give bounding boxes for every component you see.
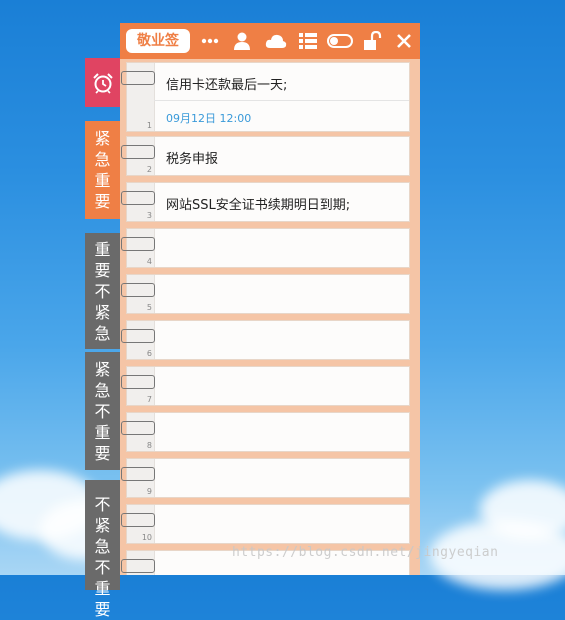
note-item[interactable]: 10 — [121, 504, 410, 544]
note-text: 网站SSL安全证书续期明日到期; — [166, 198, 351, 213]
note-number: 3 — [146, 211, 152, 220]
tab-label: 重要不紧急 — [94, 239, 111, 343]
note-number: 1 — [146, 121, 152, 130]
tab-not-urgent-not-important[interactable]: 不紧急不重要 — [85, 480, 120, 619]
note-text: 税务申报 — [166, 152, 219, 167]
divider — [154, 100, 409, 101]
alarm-clock-icon — [92, 72, 113, 94]
binder-ring — [121, 375, 155, 389]
note-number: 6 — [146, 349, 152, 358]
notes-panel: 1 信用卡还款最后一天; 09月12日 12:00 2 税务申报 3 网站SSL… — [120, 59, 420, 575]
note-item[interactable]: 6 — [121, 320, 410, 360]
binder-ring — [121, 71, 155, 85]
binder-ring — [121, 237, 155, 251]
tab-reminder[interactable] — [85, 58, 120, 107]
note-item[interactable]: 5 — [121, 274, 410, 314]
note-number: 9 — [146, 487, 152, 496]
toggle-icon[interactable] — [327, 31, 353, 51]
note-number: 4 — [146, 257, 152, 266]
tab-urgent-important[interactable]: 紧急重要 — [85, 121, 120, 219]
user-icon[interactable] — [232, 31, 252, 51]
list-icon[interactable] — [298, 31, 318, 51]
tab-label: 紧急不重要 — [94, 359, 111, 463]
note-item[interactable]: 4 — [121, 228, 410, 268]
note-item[interactable]: 7 — [121, 366, 410, 406]
binder-ring — [121, 191, 155, 205]
tab-important-not-urgent[interactable]: 重要不紧急 — [85, 233, 120, 349]
binder-ring — [121, 559, 155, 573]
binder-ring — [121, 145, 155, 159]
note-item[interactable]: 9 — [121, 458, 410, 498]
binder-ring — [121, 513, 155, 527]
note-number: 7 — [146, 395, 152, 404]
cloud-icon[interactable] — [265, 31, 287, 51]
binder-ring — [121, 329, 155, 343]
note-number: 8 — [146, 441, 152, 450]
note-item[interactable]: 1 信用卡还款最后一天; 09月12日 12:00 — [121, 62, 410, 132]
binder-ring — [121, 283, 155, 297]
note-number: 5 — [146, 303, 152, 312]
note-text: 信用卡还款最后一天; — [166, 78, 288, 93]
note-number: 10 — [141, 533, 152, 542]
note-item[interactable]: 3 网站SSL安全证书续期明日到期; — [121, 182, 410, 222]
binder-ring — [121, 467, 155, 481]
unlock-icon[interactable] — [362, 31, 382, 51]
close-icon[interactable] — [394, 31, 414, 51]
more-icon[interactable] — [200, 31, 220, 51]
tab-urgent-not-important[interactable]: 紧急不重要 — [85, 352, 120, 470]
watermark: https://blog.csdn.net/jingyeqian — [232, 545, 499, 560]
note-item[interactable]: 2 税务申报 — [121, 136, 410, 176]
tab-label: 不紧急不重要 — [94, 495, 111, 619]
note-reminder-date: 09月12日 12:00 — [166, 112, 252, 125]
note-item[interactable]: 8 — [121, 412, 410, 452]
binder-ring — [121, 421, 155, 435]
app-header: 敬业签 — [120, 23, 420, 59]
tab-label: 紧急重要 — [94, 129, 111, 211]
app-title-button[interactable]: 敬业签 — [126, 29, 190, 53]
note-number: 2 — [146, 165, 152, 174]
